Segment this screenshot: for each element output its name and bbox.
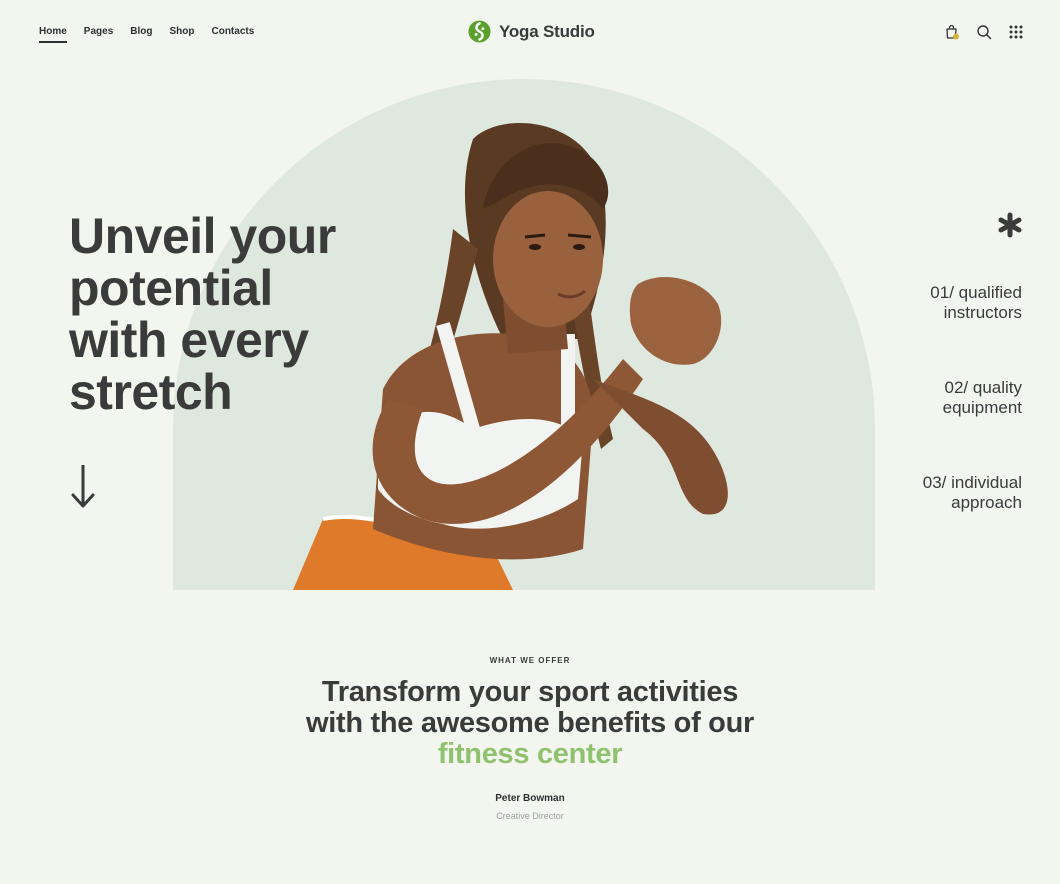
offer-title-line-1: Transform your sport activities: [321, 676, 739, 708]
cart-icon[interactable]: [944, 24, 960, 40]
nav-contacts[interactable]: Contacts: [211, 26, 254, 37]
search-icon[interactable]: [976, 24, 992, 40]
nav-pages[interactable]: Pages: [84, 26, 113, 37]
brand-name: Yoga Studio: [499, 21, 595, 41]
feature-text: qualified instructors: [943, 283, 1022, 322]
feature-item: 01/ qualified instructors: [872, 283, 1022, 323]
feature-number: 01/: [930, 283, 954, 302]
grid-menu-icon[interactable]: [1008, 24, 1024, 40]
feature-number: 02/: [944, 378, 969, 397]
brand-logo[interactable]: Yoga Studio: [468, 20, 595, 43]
feature-number: 03/: [922, 473, 947, 492]
section-label: WHAT WE OFFER: [489, 656, 571, 665]
feature-item: 02/ quality equipment: [872, 378, 1022, 418]
main-nav: Home Pages Blog Shop Contacts: [39, 26, 254, 43]
author-role: Creative Director: [496, 811, 564, 821]
hero-title: Unveil your potential with every stretch: [69, 208, 336, 420]
author-name: Peter Bowman: [495, 793, 565, 804]
asterisk-icon: [998, 212, 1022, 238]
nav-home[interactable]: Home: [39, 26, 67, 43]
feature-item: 03/ individual approach: [872, 473, 1022, 513]
feature-text: individual approach: [951, 473, 1022, 512]
yin-yang-leaf-icon: [468, 20, 491, 43]
scroll-down-arrow-icon[interactable]: [70, 463, 96, 509]
header-actions: [944, 24, 1024, 40]
offer-title-line-2: with the awesome benefits of our: [305, 707, 754, 739]
offer-title: Transform your sport activities with the…: [0, 677, 1060, 770]
offer-title-highlight: fitness center: [437, 738, 623, 770]
nav-shop[interactable]: Shop: [169, 26, 194, 37]
nav-blog[interactable]: Blog: [130, 26, 152, 37]
